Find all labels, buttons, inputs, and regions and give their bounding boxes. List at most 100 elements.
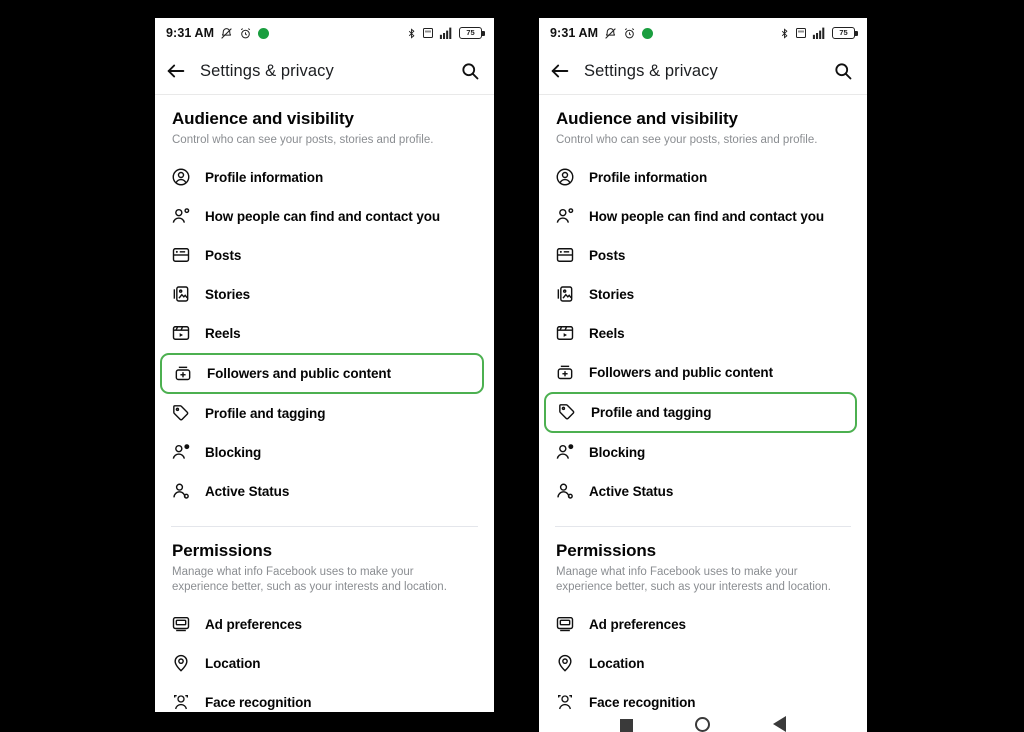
status-time: 9:31 AM xyxy=(550,26,599,40)
row-profile-and-tagging[interactable]: Profile and tagging xyxy=(544,391,857,433)
profile-circle-icon xyxy=(172,168,190,186)
back-arrow-icon[interactable] xyxy=(165,60,187,82)
stories-icon xyxy=(173,286,189,302)
row-label: Profile information xyxy=(205,169,324,185)
row-how-people-can-find-you[interactable]: How people can find and contact you xyxy=(155,197,494,236)
row-stories[interactable]: Stories xyxy=(539,275,867,314)
person-search-icon xyxy=(172,208,190,223)
alarm-icon xyxy=(241,27,251,38)
row-label: Profile and tagging xyxy=(591,404,712,420)
row-label: Reels xyxy=(205,325,241,341)
bluetooth-icon xyxy=(781,27,788,39)
row-label: Reels xyxy=(589,325,625,341)
phone-screenshot-right: 9:31 AM 75 Settings & privacy Audience a… xyxy=(539,18,867,732)
row-ad-preferences[interactable]: Ad preferences xyxy=(539,605,867,644)
status-time: 9:31 AM xyxy=(166,26,215,40)
signal-icon xyxy=(439,27,452,39)
row-label: Location xyxy=(589,655,645,671)
tag-icon xyxy=(173,405,189,421)
bluetooth-icon xyxy=(408,27,415,39)
row-location[interactable]: Location xyxy=(155,644,494,683)
section-title: Audience and visibility xyxy=(556,109,738,128)
phone-screenshot-left: 9:31 AM 75 Settings & privacy Audience a… xyxy=(155,18,494,712)
row-label: Profile and tagging xyxy=(205,405,326,421)
row-profile-information[interactable]: Profile information xyxy=(155,158,494,197)
row-label: How people can find and contact you xyxy=(205,208,441,224)
section-subtitle: Manage what info Facebook uses to make y… xyxy=(556,565,831,594)
mute-icon xyxy=(221,27,232,39)
section-subtitle: Control who can see your posts, stories … xyxy=(556,134,818,146)
followers-add-icon xyxy=(557,365,573,380)
section-rows: Profile information How people can find … xyxy=(539,158,867,511)
section-audience: Audience and visibility Control who can … xyxy=(155,95,494,515)
monitor-icon xyxy=(172,617,190,632)
search-icon[interactable] xyxy=(460,61,480,81)
section-subtitle: Manage what info Facebook uses to make y… xyxy=(172,565,447,594)
status-bar: 9:31 AM 75 xyxy=(155,18,494,48)
alarm-icon xyxy=(625,27,635,38)
posts-icon xyxy=(556,248,574,262)
row-label: Active Status xyxy=(205,483,290,499)
recents-square-icon[interactable] xyxy=(620,719,634,732)
row-active-status[interactable]: Active Status xyxy=(155,472,494,511)
row-blocking[interactable]: Blocking xyxy=(155,433,494,472)
row-face-recognition[interactable]: Face recognition xyxy=(155,683,494,712)
android-nav-bar xyxy=(539,710,867,732)
row-how-people-can-find-you[interactable]: How people can find and contact you xyxy=(539,197,867,236)
status-bar-left: 9:31 AM xyxy=(550,26,654,40)
section-permissions: Permissions Manage what info Facebook us… xyxy=(539,527,867,732)
row-followers-and-public-content[interactable]: Followers and public content xyxy=(539,353,867,392)
stories-icon xyxy=(557,286,573,302)
back-arrow-icon[interactable] xyxy=(549,60,571,82)
app-bar: Settings & privacy xyxy=(539,48,867,95)
person-search-icon xyxy=(556,208,574,223)
status-bar-left: 9:31 AM xyxy=(166,26,270,40)
person-status-icon xyxy=(557,483,573,499)
section-audience: Audience and visibility Control who can … xyxy=(539,95,867,515)
mute-icon xyxy=(605,27,616,39)
row-label: Ad preferences xyxy=(589,616,686,632)
row-profile-information[interactable]: Profile information xyxy=(539,158,867,197)
sd-card-icon xyxy=(796,28,806,38)
section-rows: Ad preferences Location Face recognition… xyxy=(155,605,494,712)
row-label: Location xyxy=(205,655,261,671)
status-bar-right: 75 xyxy=(406,27,485,40)
row-label: Profile information xyxy=(589,169,708,185)
green-dot-icon xyxy=(642,27,654,39)
row-blocking[interactable]: Blocking xyxy=(539,433,867,472)
row-label: Stories xyxy=(589,286,635,302)
location-pin-icon xyxy=(558,654,572,672)
home-circle-icon[interactable] xyxy=(695,717,711,732)
row-label: Followers and public content xyxy=(589,364,773,380)
section-title: Audience and visibility xyxy=(172,109,354,128)
sd-card-icon xyxy=(423,28,433,38)
profile-circle-icon xyxy=(556,168,574,186)
section-subtitle: Control who can see your posts, stories … xyxy=(172,134,434,146)
row-profile-and-tagging[interactable]: Profile and tagging xyxy=(155,394,494,433)
page-title: Settings & privacy xyxy=(200,61,334,80)
settings-content: Audience and visibility Control who can … xyxy=(155,95,494,712)
row-posts[interactable]: Posts xyxy=(539,236,867,275)
row-active-status[interactable]: Active Status xyxy=(539,472,867,511)
section-rows: Profile information How people can find … xyxy=(155,158,494,511)
row-location[interactable]: Location xyxy=(539,644,867,683)
monitor-icon xyxy=(556,617,574,632)
search-icon[interactable] xyxy=(833,61,853,81)
comparison-canvas: 9:31 AM 75 Settings & privacy Audience a… xyxy=(0,0,1024,732)
row-posts[interactable]: Posts xyxy=(155,236,494,275)
signal-icon xyxy=(812,27,825,39)
back-triangle-icon[interactable] xyxy=(772,716,786,732)
row-stories[interactable]: Stories xyxy=(155,275,494,314)
battery-icon: 75 xyxy=(832,27,858,39)
row-label: Followers and public content xyxy=(207,365,391,381)
posts-icon xyxy=(172,248,190,262)
section-permissions: Permissions Manage what info Facebook us… xyxy=(155,527,494,712)
row-ad-preferences[interactable]: Ad preferences xyxy=(155,605,494,644)
row-reels[interactable]: Reels xyxy=(155,314,494,353)
row-label: Face recognition xyxy=(589,694,696,710)
row-reels[interactable]: Reels xyxy=(539,314,867,353)
row-label: Ad preferences xyxy=(205,616,302,632)
row-label: How people can find and contact you xyxy=(589,208,825,224)
page-title: Settings & privacy xyxy=(584,61,718,80)
row-followers-and-public-content[interactable]: Followers and public content xyxy=(160,352,484,394)
